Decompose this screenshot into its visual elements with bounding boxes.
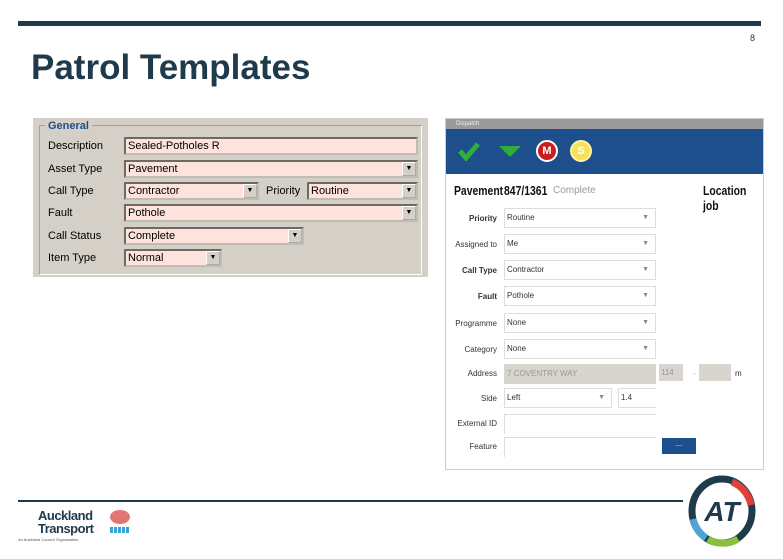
call-type-select[interactable]: Contractor ▼	[504, 260, 656, 280]
label-priority: Priority	[468, 214, 497, 223]
priority-select[interactable]: Routine ▼	[504, 208, 656, 228]
label-fault: Fault	[477, 292, 497, 301]
check-icon[interactable]	[458, 141, 480, 161]
programme-value: None	[507, 318, 527, 327]
label-assigned-to: Assigned to	[455, 240, 497, 249]
water-icon	[110, 527, 130, 533]
label-call-type: Call Type	[48, 185, 94, 197]
label-asset-type: Asset Type	[48, 163, 103, 175]
fault-value: Pothole	[507, 291, 535, 300]
assigned-to-select[interactable]: Me ▼	[504, 234, 656, 254]
m-badge-button[interactable]: M	[536, 140, 558, 162]
pohutukawa-flower-icon	[110, 510, 130, 524]
call-type-value: Contractor	[128, 185, 180, 197]
feature-browse-button[interactable]: ...	[662, 438, 696, 454]
chevron-down-icon: ▼	[642, 345, 649, 352]
item-type-select[interactable]: Normal ▼	[124, 249, 222, 267]
logo-text-transport: Transport	[38, 521, 94, 536]
call-type-value: Contractor	[507, 265, 545, 274]
fault-value: Pothole	[128, 207, 166, 219]
dispatch-window: Dispatch M S Pavement 847/1361 Complete …	[445, 118, 764, 470]
chevron-down-icon[interactable]: ▼	[402, 206, 416, 220]
assigned-to-value: Me	[507, 239, 519, 248]
chevron-down-icon: ▼	[598, 394, 605, 401]
asset-type-value: Pavement	[128, 163, 178, 175]
asset-heading: Pavement	[454, 183, 504, 198]
auckland-transport-logo: Auckland Transport	[38, 509, 94, 536]
triangle-down-icon[interactable]	[499, 146, 521, 158]
item-type-value: Normal	[128, 252, 164, 264]
chevron-down-icon: ▼	[642, 240, 649, 247]
label-fault: Fault	[48, 207, 73, 219]
call-type-select[interactable]: Contractor ▼	[124, 182, 259, 200]
s-badge-button[interactable]: S	[570, 140, 592, 162]
label-description: Description	[48, 140, 104, 152]
label-item-type: Item Type	[48, 252, 97, 264]
chevron-down-icon: ▼	[642, 319, 649, 326]
call-status-value: Complete	[128, 230, 176, 242]
address-input[interactable]: 7 COVENTRY WAY	[504, 364, 656, 384]
call-status-select[interactable]: Complete ▼	[124, 227, 304, 245]
feature-input[interactable]	[504, 437, 656, 457]
chevron-down-icon[interactable]: ▼	[402, 162, 416, 176]
job-status: Complete	[553, 185, 596, 196]
address-from-input[interactable]: 114	[659, 364, 683, 381]
fault-select[interactable]: Pothole ▼	[504, 286, 656, 306]
label-address: Address	[467, 369, 497, 378]
footer-rule	[18, 500, 683, 502]
slide-title: Patrol Templates	[31, 48, 311, 87]
chevron-down-icon[interactable]: ▼	[206, 251, 220, 265]
label-feature: Feature	[469, 442, 497, 451]
label-call-status: Call Status	[48, 230, 102, 242]
side-value: Left	[507, 393, 521, 402]
asset-type-select[interactable]: Pavement ▼	[124, 160, 418, 178]
label-priority: Priority	[266, 185, 301, 197]
window-title: Dispatch	[446, 119, 763, 129]
label-side: Side	[480, 394, 497, 403]
side-select[interactable]: Left ▼	[504, 388, 612, 408]
chevron-down-icon: ▼	[642, 292, 649, 299]
at-logo-icon: AT	[688, 475, 756, 547]
job-number: 847/1361	[504, 183, 548, 198]
offset-input[interactable]: 1.4	[618, 388, 656, 408]
chevron-down-icon[interactable]: ▼	[288, 229, 302, 243]
label-programme: Programme	[455, 319, 497, 328]
priority-value: Routine	[507, 213, 535, 222]
description-input[interactable]: Sealed-Potholes R	[124, 137, 418, 155]
legacy-template-form: General Description Sealed-Potholes R As…	[33, 118, 428, 277]
chevron-down-icon[interactable]: ▼	[243, 184, 257, 198]
address-unit: m	[735, 369, 742, 378]
priority-select[interactable]: Routine ▼	[307, 182, 418, 200]
group-title: General	[45, 120, 92, 132]
location-job-heading: Location job	[703, 183, 747, 213]
external-id-input[interactable]	[504, 414, 656, 434]
label-category: Category	[464, 345, 497, 354]
priority-value: Routine	[311, 185, 349, 197]
dispatch-toolbar: M S	[446, 129, 763, 174]
category-select[interactable]: None ▼	[504, 339, 656, 359]
logo-tagline: An Auckland Council Organisation	[18, 537, 79, 542]
page-number: 8	[749, 33, 755, 43]
chevron-down-icon[interactable]: ▼	[402, 184, 416, 198]
programme-select[interactable]: None ▼	[504, 313, 656, 333]
label-call-type: Call Type	[462, 266, 497, 275]
top-rule	[18, 21, 761, 26]
address-separator: -	[693, 369, 696, 378]
at-logo-text: AT	[703, 496, 742, 527]
chevron-down-icon: ▼	[642, 266, 649, 273]
label-external-id: External ID	[457, 419, 497, 428]
category-value: None	[507, 344, 527, 353]
address-to-input[interactable]	[699, 364, 731, 381]
fault-select[interactable]: Pothole ▼	[124, 204, 418, 222]
chevron-down-icon: ▼	[642, 214, 649, 221]
